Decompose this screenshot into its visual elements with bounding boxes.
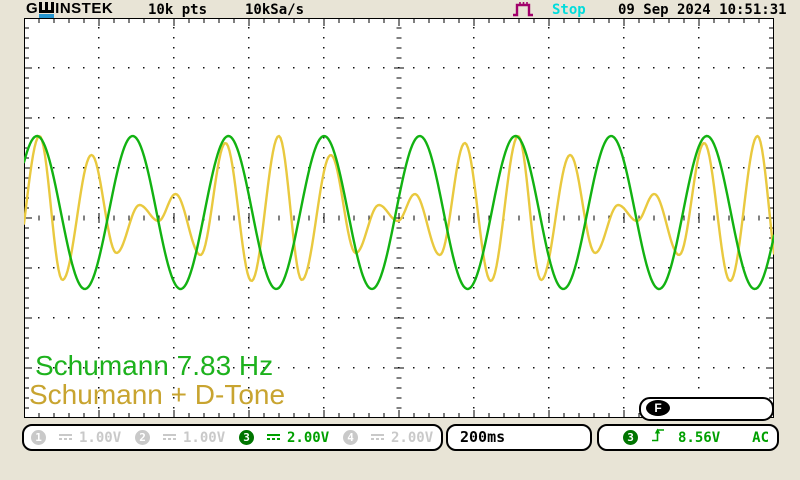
channel-4-scale: 2.00V [391,429,434,446]
oscilloscope-screen: G INSTEK 10k pts 10kSa/s Stop 09 Sep 2024… [0,0,800,480]
logo-text-instek: INSTEK [55,0,114,17]
trigger-coupling: AC [752,429,769,446]
dc-coupling-icon [59,433,72,442]
channel-status-bar: 1 1.00V 2 1.00V 3 2.00V 4 2.00V [22,424,443,451]
logo-text-g: G [26,0,39,17]
channel-2-scale: 1.00V [183,429,226,446]
run-state: Stop [552,2,586,18]
rising-edge-icon [651,427,665,448]
channel-1-badge: 1 [31,430,46,445]
channel-1-scale: 1.00V [79,429,122,446]
channel-1-indicator[interactable]: 1 1.00V [24,426,128,449]
record-length: 10k pts [148,2,208,18]
channel-4-badge: 4 [343,430,358,445]
channel-3-indicator[interactable]: 3 2.00V [232,426,336,449]
timebase-box[interactable]: 200ms [446,424,592,451]
trace-schumann [24,134,774,291]
fine-indicator-badge: F [646,400,670,416]
dc-coupling-icon [371,433,384,442]
gwinstek-logo: G INSTEK [26,0,114,18]
channel-2-indicator[interactable]: 2 1.00V [128,426,232,449]
top-status-bar: G INSTEK 10k pts 10kSa/s Stop 09 Sep 2024… [0,0,800,18]
channel-3-badge: 3 [239,430,254,445]
trigger-source-badge: 3 [623,430,638,445]
channel-4-indicator[interactable]: 4 2.00V [336,426,440,449]
channel-3-scale: 2.00V [287,429,330,446]
trace-label-schumann: Schumann 7.83 Hz [35,350,274,381]
timebase-value: 200ms [460,428,506,446]
datetime: 09 Sep 2024 10:51:31 [618,2,787,18]
channel-2-badge: 2 [135,430,150,445]
fine-indicator-box[interactable]: F [639,397,774,421]
dc-coupling-icon [267,433,280,442]
dc-coupling-icon [163,433,176,442]
trace-label-schumann-dtone: Schumann + D-Tone [29,379,286,410]
sample-rate: 10kSa/s [245,2,305,18]
trigger-level: 8.56V [678,429,721,446]
trigger-status-box[interactable]: 3 8.56V AC [597,424,779,451]
